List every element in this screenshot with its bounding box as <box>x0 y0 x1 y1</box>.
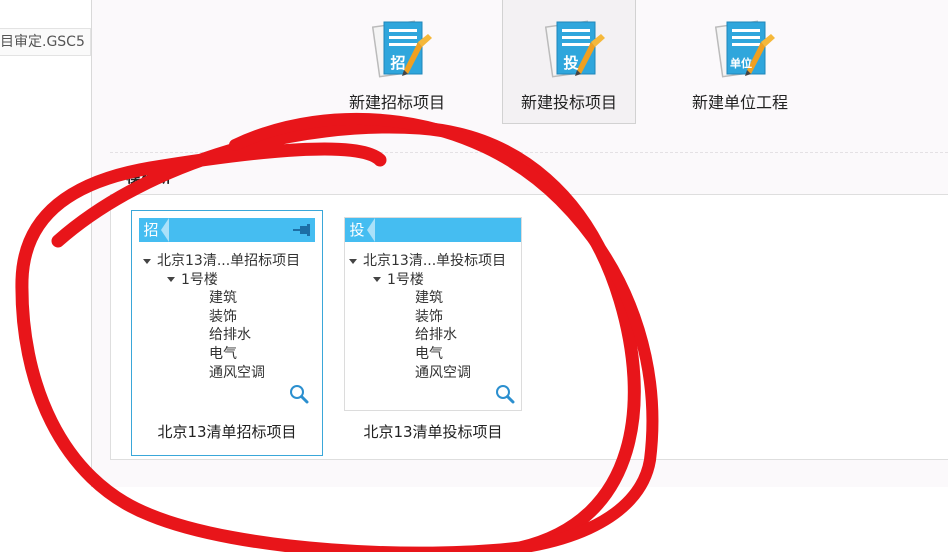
section-divider <box>110 152 948 153</box>
new-bid-submit-project-button[interactable]: 投 新建投标项目 <box>502 0 636 124</box>
left-pane: 目审定.GSC5 <box>0 0 92 552</box>
tag-notch <box>161 218 169 242</box>
project-tree: 北京13清...单招标项目 1号楼 建筑 装饰 给排水 电气 通风空调 <box>143 252 300 382</box>
new-unit-project-button[interactable]: 单位 新建单位工程 <box>673 0 807 124</box>
unit-project-doc-icon: 单位 <box>715 20 775 78</box>
template-section-title: 模板新 <box>126 168 172 186</box>
collapse-caret-icon <box>373 277 381 283</box>
tree-leaf: 装饰 <box>209 308 237 325</box>
bottom-area <box>0 487 948 552</box>
template-tag: 招 <box>143 221 159 239</box>
recent-file-item[interactable]: 目审定.GSC5 <box>0 28 91 56</box>
tree-building: 1号楼 <box>143 271 300 290</box>
svg-text:投: 投 <box>563 54 578 72</box>
tree-root: 北京13清...单投标项目 <box>349 252 506 271</box>
button-label: 新建单位工程 <box>691 93 788 112</box>
pin-icon[interactable] <box>293 223 311 237</box>
bid-invite-doc-icon: 招 <box>372 20 432 78</box>
tree-root: 北京13清...单招标项目 <box>143 252 300 271</box>
tree-leaf: 给排水 <box>415 327 457 344</box>
template-label: 北京13清单投标项目 <box>363 423 503 441</box>
tree-leaf: 给排水 <box>209 327 251 344</box>
button-label: 新建投标项目 <box>520 93 617 112</box>
preview-magnifier-icon[interactable] <box>289 384 309 404</box>
tree-leaf: 电气 <box>209 345 237 362</box>
tree-leaf: 通风空调 <box>415 364 471 381</box>
tree-leaf: 通风空调 <box>209 364 265 381</box>
button-label: 新建招标项目 <box>348 93 445 112</box>
collapse-caret-icon <box>143 258 151 264</box>
bid-submit-doc-icon: 投 <box>545 20 605 78</box>
template-header: 招 <box>139 218 315 242</box>
preview-magnifier-icon[interactable] <box>495 384 515 404</box>
new-bid-invite-project-button[interactable]: 招 新建招标项目 <box>330 0 464 124</box>
tree-leaf: 电气 <box>415 345 443 362</box>
template-card-bid-invite[interactable]: 招 北京13清...单招标项目 1号楼 建筑 装饰 给排水 电气 通风空调 北京… <box>131 210 323 456</box>
tree-leaf: 建筑 <box>209 290 237 307</box>
svg-text:单位: 单位 <box>730 56 752 70</box>
project-tree: 北京13清...单投标项目 1号楼 建筑 装饰 给排水 电气 通风空调 <box>349 252 506 382</box>
template-card-bid-submit[interactable]: 投 北京13清...单投标项目 1号楼 建筑 装饰 给排水 电气 通风空调 北京… <box>337 210 529 456</box>
tree-leaf: 建筑 <box>415 290 443 307</box>
template-thumbnail: 投 北京13清...单投标项目 1号楼 建筑 装饰 给排水 电气 通风空调 <box>344 217 522 411</box>
template-header: 投 <box>345 218 521 242</box>
tag-notch <box>367 218 375 242</box>
collapse-caret-icon <box>349 258 357 264</box>
tree-building: 1号楼 <box>349 271 506 290</box>
template-thumbnail: 招 北京13清...单招标项目 1号楼 建筑 装饰 给排水 电气 通风空调 <box>138 217 316 411</box>
template-label: 北京13清单招标项目 <box>157 423 297 441</box>
template-tag: 投 <box>349 221 365 239</box>
collapse-caret-icon <box>167 277 175 283</box>
tree-leaf: 装饰 <box>415 308 443 325</box>
svg-text:招: 招 <box>390 54 405 72</box>
